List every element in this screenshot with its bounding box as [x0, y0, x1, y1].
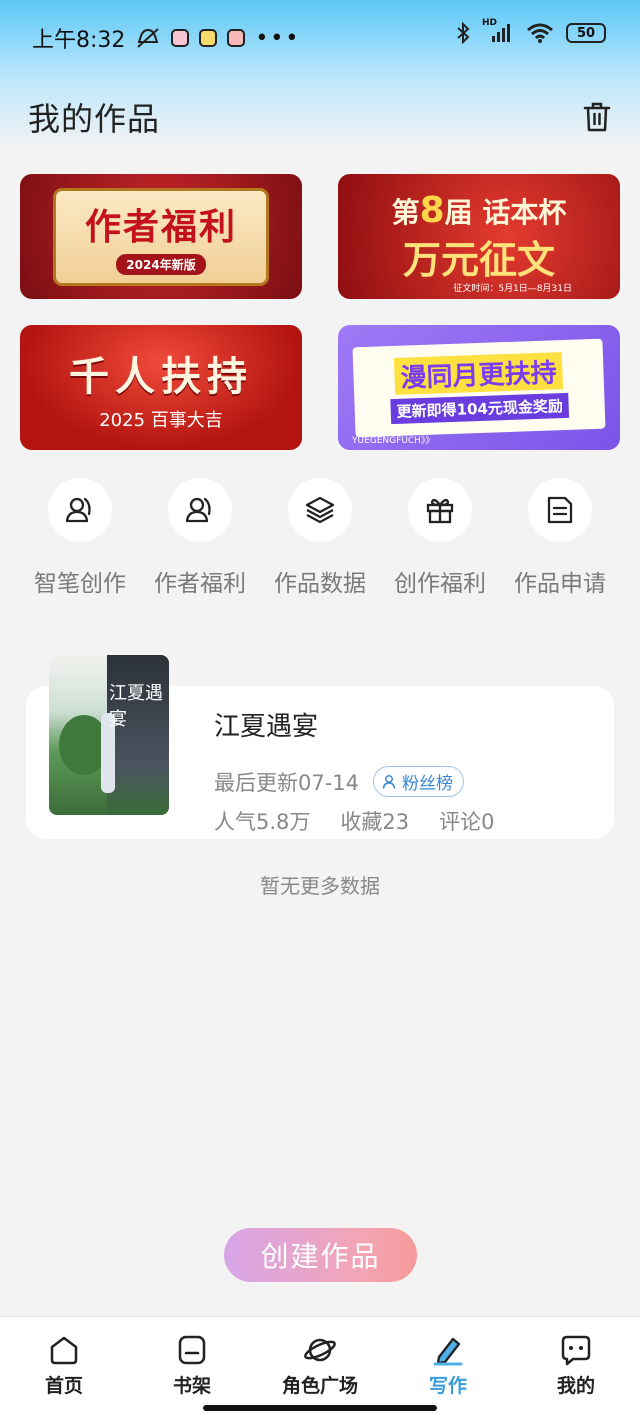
- layers-icon: [288, 478, 352, 542]
- tab-label: 书架: [172, 1375, 211, 1397]
- user-icon: [382, 774, 396, 789]
- mute-icon: [137, 28, 160, 48]
- document-icon: [528, 478, 592, 542]
- banner-subtitle: 更新即得104元现金奖励: [390, 392, 570, 424]
- banner-paper: 漫同月更扶持 更新即得104元现金奖励: [352, 338, 606, 437]
- status-bar: 上午8:32 ••• HD 50: [0, 0, 640, 76]
- pen-icon: [433, 1337, 463, 1366]
- work-stats-row: 人气5.8万 收藏23 评论0: [214, 806, 495, 836]
- trash-icon[interactable]: [582, 101, 612, 133]
- work-title[interactable]: 江夏遇宴: [214, 706, 318, 743]
- fans-rank-badge[interactable]: 粉丝榜: [373, 766, 465, 797]
- banner-essay-contest[interactable]: 第8届 话本杯 万元征文 征文时间：5月1日—8月31日: [338, 174, 620, 299]
- banner-subtitle: 2025 百事大吉: [99, 409, 223, 431]
- app-notification-icon: [171, 29, 190, 47]
- banner-grid: 作者福利 2024年新版 第8届 话本杯 万元征文 征文时间：5月1日—8月31…: [20, 174, 620, 450]
- page-title: 我的作品: [28, 100, 161, 138]
- banner-scroll: 作者福利 2024年新版: [56, 190, 266, 283]
- book-cover[interactable]: 江夏遇宴: [49, 655, 169, 815]
- tab-label: 角色广场: [281, 1375, 358, 1397]
- no-more-data-text: 暂无更多数据: [260, 874, 380, 898]
- comments-stat: 评论0: [439, 810, 495, 834]
- banner-subtitle: 2024年新版: [116, 254, 206, 275]
- bluetooth-icon: [457, 22, 470, 44]
- tab-mine[interactable]: 我的: [512, 1317, 640, 1422]
- network-type-label: HD: [482, 18, 498, 28]
- banner-text: 8: [419, 189, 445, 231]
- quick-actions: 智笔创作 作者福利 作品数据 创作福利 作品申请: [20, 478, 620, 598]
- quick-action-creation-welfare[interactable]: 创作福利: [380, 478, 500, 598]
- tab-label: 写作: [428, 1375, 467, 1397]
- battery-icon: 50: [566, 23, 606, 43]
- users-icon: [168, 478, 232, 542]
- popularity-stat: 人气5.8万: [214, 810, 311, 834]
- quick-action-label: 作品数据: [274, 571, 366, 597]
- favorites-stat: 收藏23: [340, 810, 410, 834]
- signal-icon: HD: [482, 18, 514, 44]
- tab-label: 首页: [44, 1375, 83, 1397]
- bookshelf-icon: [178, 1335, 206, 1365]
- user-pen-icon: [48, 478, 112, 542]
- quick-action-label: 智笔创作: [34, 571, 126, 597]
- banner-date: 征文时间：5月1日—8月31日: [453, 284, 572, 294]
- last-update: 最后更新07-14: [214, 770, 360, 795]
- banner-footer: YUEGENGFUCH》》: [352, 436, 435, 446]
- tab-label: 我的: [556, 1375, 595, 1397]
- home-icon: [50, 1336, 78, 1365]
- app-notification-icon: [227, 29, 246, 47]
- status-notification-icons: •••: [135, 26, 300, 51]
- banner-text: 第: [391, 195, 420, 229]
- banner-text: 届: [444, 195, 473, 229]
- work-meta-row: 最后更新07-14 粉丝榜: [214, 766, 465, 797]
- quick-action-work-data[interactable]: 作品数据: [260, 478, 380, 598]
- create-work-button[interactable]: 创建作品: [224, 1228, 417, 1282]
- tab-home[interactable]: 首页: [0, 1317, 128, 1422]
- wifi-icon: [527, 23, 553, 43]
- quick-action-author-welfare[interactable]: 作者福利: [140, 478, 260, 598]
- app-notification-icon: [199, 29, 218, 47]
- status-time: 上午8:32: [32, 28, 126, 53]
- fans-badge-label: 粉丝榜: [402, 774, 454, 794]
- page-header: 我的作品: [28, 92, 612, 142]
- more-notifications-icon: •••: [255, 25, 301, 51]
- banner-subtitle: 万元征文: [402, 237, 555, 282]
- banner-title: 漫同月更扶持: [393, 351, 564, 395]
- quick-action-smart-write[interactable]: 智笔创作: [20, 478, 140, 598]
- cover-title: 江夏遇宴: [109, 683, 163, 730]
- banner-monthly-support[interactable]: 漫同月更扶持 更新即得104元现金奖励 YUEGENGFUCH》》: [338, 325, 620, 450]
- quick-action-label: 作者福利: [154, 571, 246, 597]
- gift-icon: [408, 478, 472, 542]
- chat-face-icon: [561, 1335, 591, 1366]
- planet-icon: [304, 1338, 336, 1362]
- banner-title: 千人扶持: [69, 353, 253, 400]
- quick-action-label: 创作福利: [394, 571, 486, 597]
- banner-title: 作者福利: [84, 207, 237, 248]
- home-indicator[interactable]: [203, 1405, 437, 1411]
- quick-action-label: 作品申请: [514, 571, 606, 597]
- quick-action-work-apply[interactable]: 作品申请: [500, 478, 620, 598]
- banner-thousand-support[interactable]: 千人扶持 2025 百事大吉: [20, 325, 302, 450]
- banner-author-welfare[interactable]: 作者福利 2024年新版: [20, 174, 302, 299]
- banner-title: 第8届 话本杯: [392, 190, 567, 231]
- banner-text: 话本杯: [482, 195, 567, 229]
- battery-level: 50: [576, 25, 596, 41]
